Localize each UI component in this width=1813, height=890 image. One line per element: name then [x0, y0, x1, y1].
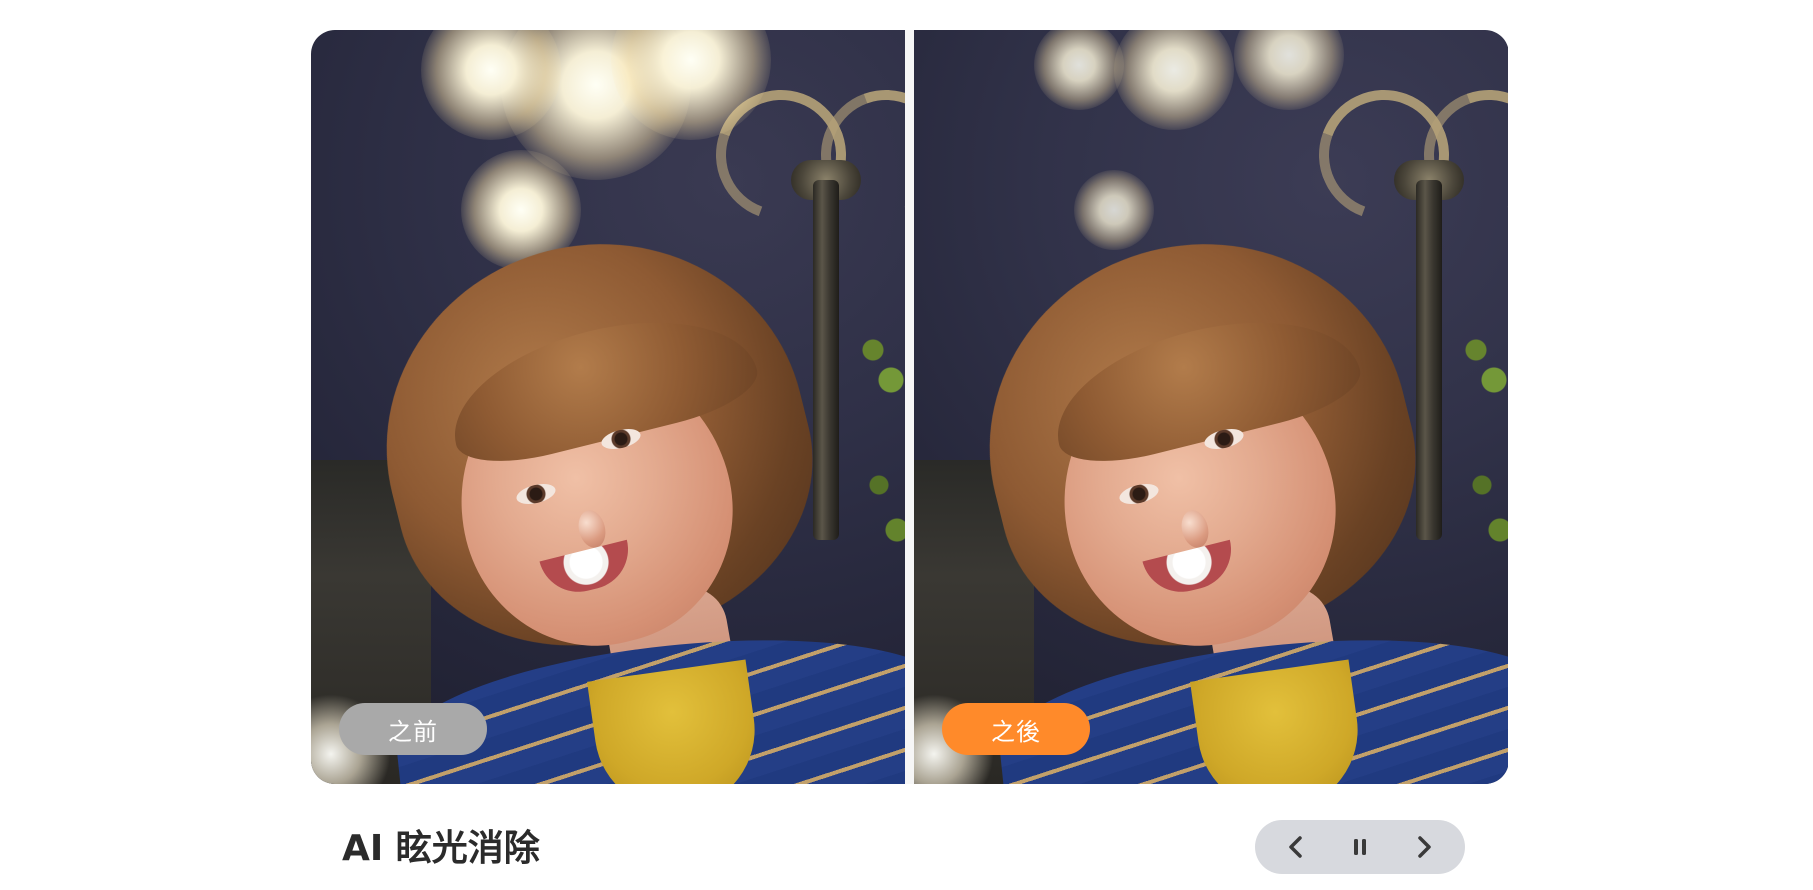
photo-foliage	[1458, 320, 1508, 620]
comparison-divider	[905, 30, 914, 784]
lamp-pole	[813, 180, 839, 540]
previous-button[interactable]	[1273, 824, 1319, 870]
before-badge: 之前	[339, 703, 487, 755]
photo-foliage	[855, 320, 905, 620]
chevron-left-icon	[1286, 835, 1306, 859]
before-after-comparison	[311, 30, 1509, 784]
lamp-pole	[1416, 180, 1442, 540]
next-button[interactable]	[1401, 824, 1447, 870]
lamp-light	[1074, 170, 1154, 250]
slideshow-controls	[1255, 820, 1465, 874]
feature-title: AI 眩光消除	[342, 828, 540, 869]
after-photo	[914, 30, 1508, 784]
chevron-right-icon	[1414, 835, 1434, 859]
pause-icon	[1351, 836, 1369, 858]
pause-button[interactable]	[1337, 824, 1383, 870]
photo-collar	[587, 659, 765, 784]
photo-collar	[1190, 659, 1368, 784]
after-badge: 之後	[942, 703, 1090, 755]
before-photo	[311, 30, 905, 784]
